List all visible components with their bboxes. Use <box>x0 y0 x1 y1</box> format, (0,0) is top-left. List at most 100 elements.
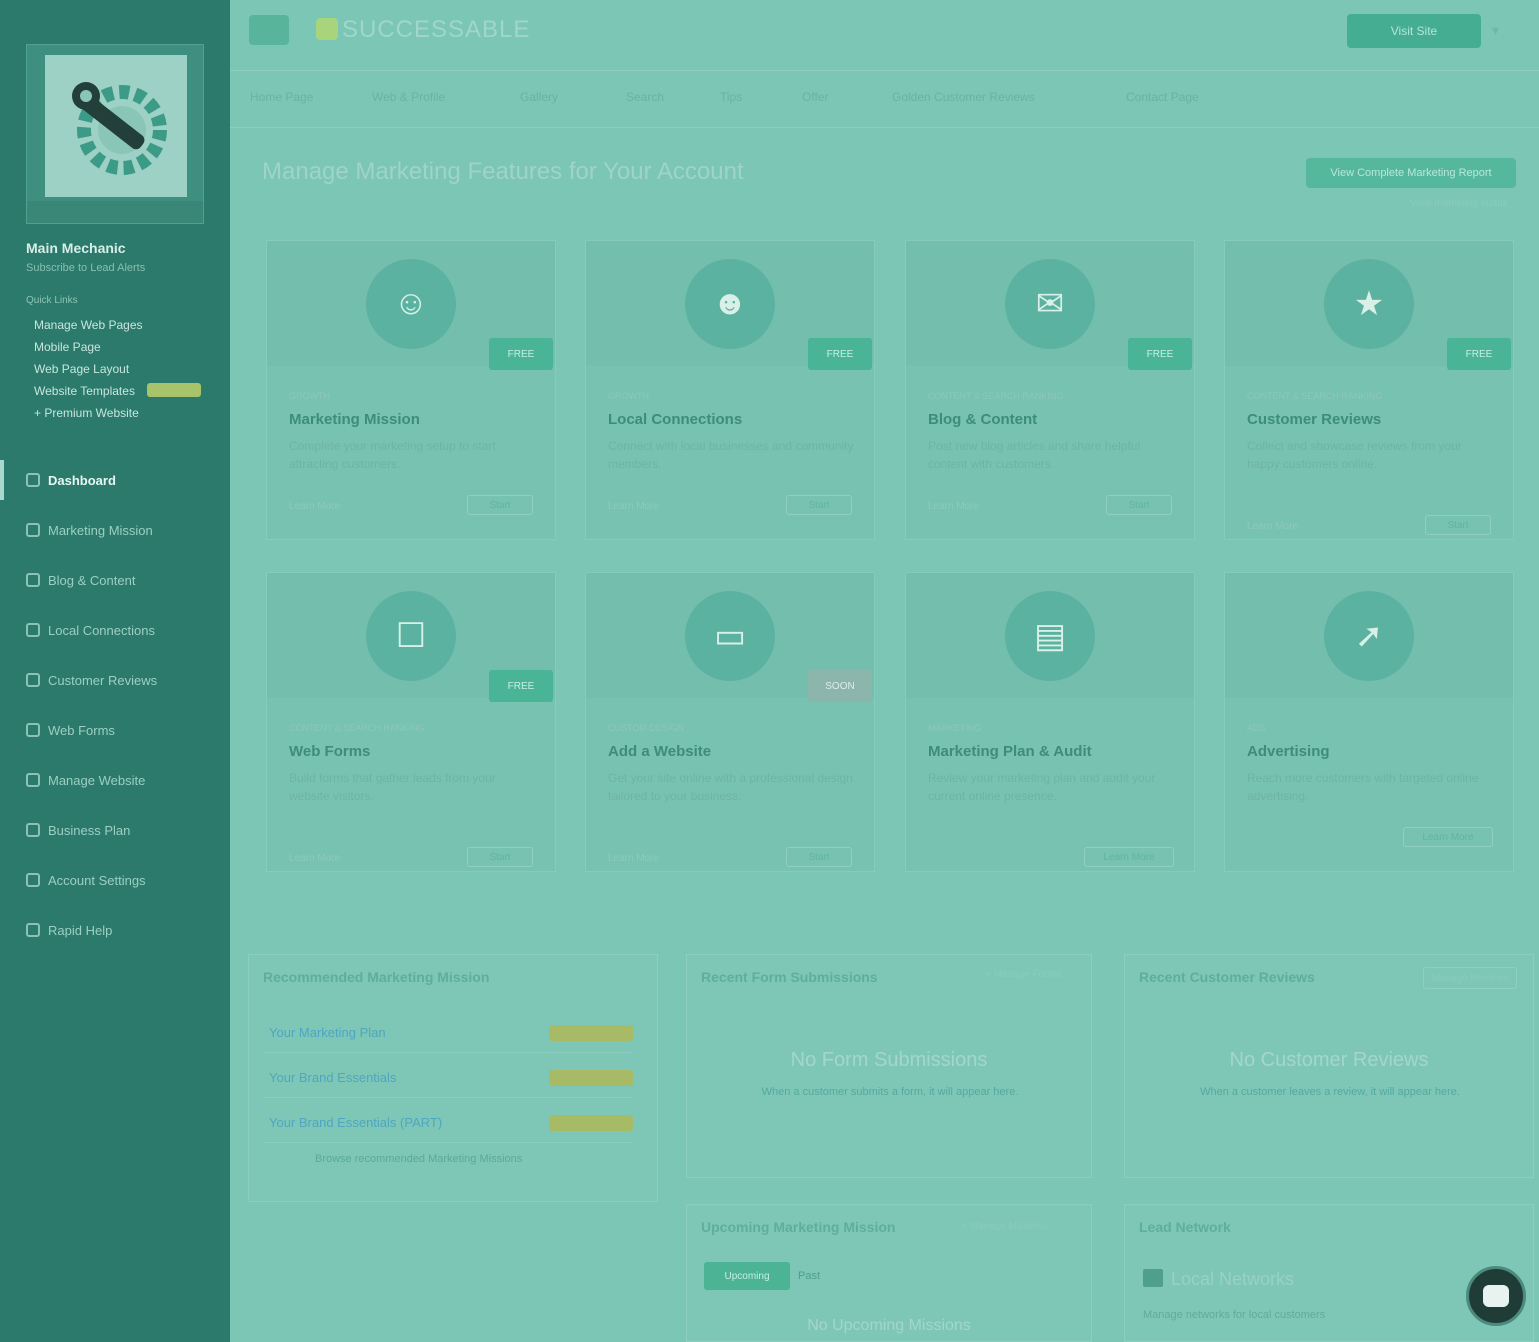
manage-missions-link[interactable]: + Manage Missions <box>961 1221 1047 1232</box>
users-icon <box>26 623 40 637</box>
list-item[interactable]: Your Brand Essentials <box>263 1058 633 1098</box>
feature-card[interactable]: ★ FREE CONTENT & SEARCH RANKING Customer … <box>1224 240 1514 540</box>
nav-label: Web Forms <box>48 722 115 738</box>
feature-card[interactable]: ☻ FREE GROWTH Local Connections Connect w… <box>585 240 875 540</box>
card-badge: FREE <box>808 338 872 370</box>
new-badge <box>147 383 201 397</box>
nav-manage-website[interactable]: Manage Website <box>0 760 230 800</box>
feature-card[interactable]: ☐ FREE CONTENT & SEARCH RANKING Web Forms… <box>266 572 556 872</box>
card-learn-more-button[interactable]: Learn More <box>1084 847 1174 867</box>
network-line[interactable]: Manage networks for local customers <box>1143 1309 1325 1321</box>
mission-link[interactable]: Your Marketing Plan <box>263 1025 386 1040</box>
chat-widget-button[interactable] <box>1466 1266 1526 1326</box>
card-start-button[interactable]: Start <box>786 495 852 515</box>
card-badge: FREE <box>489 338 553 370</box>
feature-card[interactable]: ▭ SOON CUSTOM DESIGN Add a Website Get yo… <box>585 572 875 872</box>
card-learn-link[interactable]: Learn More <box>1247 521 1298 532</box>
marketing-status-link[interactable]: View marketing status <box>1410 198 1508 209</box>
tab-gallery[interactable]: Gallery <box>520 90 558 104</box>
empty-state-title: No Form Submissions <box>790 1049 988 1071</box>
card-illustration: ★ FREE <box>1225 241 1513 370</box>
card-title: Marketing Plan & Audit <box>928 743 1092 760</box>
quick-link[interactable]: Website Templates <box>34 384 135 398</box>
feature-card[interactable]: ☺ FREE GROWTH Marketing Mission Complete … <box>266 240 556 540</box>
tab-offer[interactable]: Offer <box>802 90 828 104</box>
list-item[interactable]: Your Marketing Plan <box>263 1013 633 1053</box>
card-learn-link[interactable]: Learn More <box>289 501 340 512</box>
past-toggle-button[interactable]: Past <box>798 1270 820 1282</box>
business-logo[interactable] <box>26 44 204 224</box>
card-learn-link[interactable]: Learn More <box>608 853 659 864</box>
nav-business-plan[interactable]: Business Plan <box>0 810 230 850</box>
logo-caption-strip <box>27 201 203 223</box>
nav-label: Rapid Help <box>48 922 113 938</box>
nav-dashboard[interactable]: Dashboard <box>0 460 230 500</box>
manage-reviews-button[interactable]: Manage Reviews <box>1423 967 1517 989</box>
tab-search[interactable]: Search <box>626 90 664 104</box>
nav-label: Account Settings <box>48 872 146 888</box>
browse-missions-link[interactable]: Browse recommended Marketing Missions <box>315 1153 522 1165</box>
status-badge <box>549 1024 633 1041</box>
feature-card[interactable]: ➚ ADS Advertising Reach more customers w… <box>1224 572 1514 872</box>
card-title: Local Connections <box>608 411 743 428</box>
nav-account-settings[interactable]: Account Settings <box>0 860 230 900</box>
nav-web-forms[interactable]: Web Forms <box>0 710 230 750</box>
nav-label: Customer Reviews <box>48 672 158 688</box>
card-learn-link[interactable]: Learn More <box>928 501 979 512</box>
mission-link[interactable]: Your Brand Essentials <box>263 1070 396 1085</box>
tab-tips[interactable]: Tips <box>720 90 742 104</box>
feature-card[interactable]: ▤ MARKETING Marketing Plan & Audit Revie… <box>905 572 1195 872</box>
card-learn-link[interactable]: Learn More <box>608 501 659 512</box>
card-start-button[interactable]: Start <box>467 495 533 515</box>
brand-mark-icon <box>316 18 338 40</box>
upcoming-toggle-button[interactable]: Upcoming <box>704 1262 790 1290</box>
quick-link[interactable]: Mobile Page <box>34 340 101 354</box>
panel-title: Recent Form Submissions <box>701 969 878 985</box>
list-item[interactable]: Your Brand Essentials (PART) <box>263 1103 633 1143</box>
quick-link[interactable]: + Premium Website <box>34 406 139 420</box>
visit-site-button[interactable]: Visit Site <box>1347 14 1481 48</box>
panel-title: Recent Customer Reviews <box>1139 969 1315 985</box>
nav-label: Local Connections <box>48 622 155 638</box>
tab-contact-page[interactable]: Contact Page <box>1126 90 1199 104</box>
feature-card[interactable]: ✉ FREE CONTENT & SEARCH RANKING Blog & Co… <box>905 240 1195 540</box>
tab-golden-reviews[interactable]: Golden Customer Reviews <box>892 90 1035 104</box>
nav-help[interactable]: Rapid Help <box>0 910 230 950</box>
tab-home-page[interactable]: Home Page <box>250 90 313 104</box>
quick-links-heading: Quick Links <box>26 295 78 306</box>
nav-local-connections[interactable]: Local Connections <box>0 610 230 650</box>
business-subtitle[interactable]: Subscribe to Lead Alerts <box>26 262 145 274</box>
nav-label: Marketing Mission <box>48 522 153 538</box>
manage-forms-link[interactable]: + Manage Forms <box>985 969 1061 980</box>
nav-customer-reviews[interactable]: Customer Reviews <box>0 660 230 700</box>
card-description: Post new blog articles and share helpful… <box>928 439 1141 471</box>
dashboard-icon <box>26 473 40 487</box>
status-badge <box>549 1069 633 1086</box>
card-category: CUSTOM DESIGN <box>608 723 684 733</box>
empty-state-message: When a customer leaves a review, it will… <box>1200 1086 1460 1098</box>
card-learn-link[interactable]: Learn More <box>289 853 340 864</box>
nav-blog[interactable]: Blog & Content <box>0 560 230 600</box>
card-learn-more-button[interactable]: Learn More <box>1403 827 1493 847</box>
card-category: CONTENT & SEARCH RANKING <box>289 723 425 733</box>
menu-toggle-button[interactable] <box>249 15 289 45</box>
lead-network-panel: Lead Network Local Networks Manage netwo… <box>1124 1204 1534 1342</box>
quick-link[interactable]: Web Page Layout <box>34 362 129 376</box>
card-start-button[interactable]: Start <box>467 847 533 867</box>
card-start-button[interactable]: Start <box>1106 495 1172 515</box>
card-description: Reach more customers with targeted onlin… <box>1247 771 1479 803</box>
tab-web-profile[interactable]: Web & Profile <box>372 90 445 104</box>
mission-link[interactable]: Your Brand Essentials (PART) <box>263 1115 442 1130</box>
nav-marketing-mission[interactable]: Marketing Mission <box>0 510 230 550</box>
quick-link[interactable]: Manage Web Pages <box>34 318 143 332</box>
card-start-button[interactable]: Start <box>786 847 852 867</box>
chevron-down-icon[interactable]: ▾ <box>1492 22 1499 39</box>
card-start-button[interactable]: Start <box>1425 515 1491 535</box>
card-title: Web Forms <box>289 743 371 760</box>
brand-logo[interactable]: SUCCESSABLE <box>316 16 530 44</box>
marketing-report-button[interactable]: View Complete Marketing Report <box>1306 158 1516 188</box>
status-badge <box>549 1114 633 1131</box>
gear-icon <box>26 873 40 887</box>
wrench-gear-icon <box>45 55 187 197</box>
card-illustration: ☐ FREE <box>267 573 555 702</box>
